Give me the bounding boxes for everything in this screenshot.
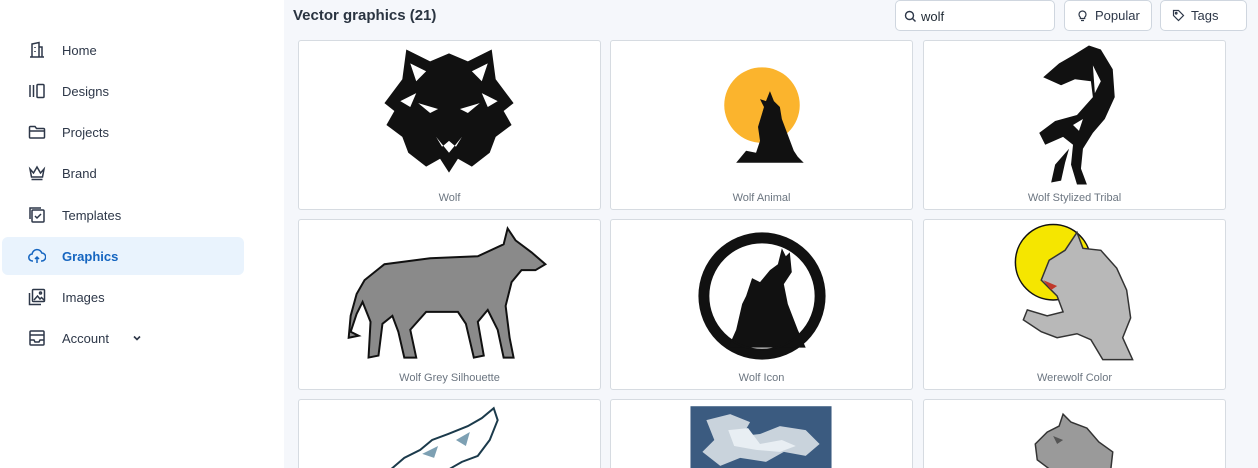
graphic-card-wolf-icon[interactable]: Wolf Icon — [610, 219, 913, 390]
crown-icon — [28, 165, 46, 181]
sidebar-item-label: Images — [62, 289, 105, 305]
sidebar-item-designs[interactable]: Designs — [2, 72, 244, 110]
howling-wolf-icon-graphic — [698, 232, 826, 360]
sidebar-item-brand[interactable]: Brand — [2, 154, 244, 192]
sidebar-item-label: Brand — [62, 165, 97, 181]
sidebar-item-label: Designs — [62, 83, 109, 99]
sidebar-item-projects[interactable]: Projects — [2, 113, 244, 151]
graphic-caption: Wolf Stylized Tribal — [1027, 192, 1122, 204]
sidebar: Home Designs Projects Brand Templates Gr… — [0, 0, 284, 468]
lightbulb-icon — [1078, 10, 1087, 22]
chevron-down-icon[interactable] — [131, 332, 143, 344]
graphic-caption: Wolf — [438, 192, 461, 204]
textured-map-graphic — [690, 406, 832, 468]
graphic-caption: Werewolf Color — [1037, 372, 1112, 384]
search-icon — [904, 10, 916, 22]
graphic-card[interactable] — [298, 399, 601, 468]
tag-icon — [1172, 9, 1185, 22]
sidebar-item-label: Templates — [62, 207, 122, 223]
tribal-wolf-sketch-graphic — [390, 406, 499, 468]
images-icon — [28, 288, 46, 306]
graphic-caption: Wolf Animal — [732, 192, 791, 204]
graphic-card[interactable] — [923, 399, 1226, 468]
sketch-wolf-graphic — [1034, 412, 1114, 468]
popular-label: Popular — [1095, 8, 1140, 23]
templates-icon — [29, 207, 45, 223]
page-title: Vector graphics (21) — [293, 7, 437, 24]
graphic-card-wolf-animal[interactable]: Wolf Animal — [610, 40, 913, 210]
sidebar-item-home[interactable]: Home — [2, 31, 244, 69]
graphic-caption: Wolf Grey Silhouette — [399, 372, 500, 384]
search-input[interactable] — [921, 7, 1049, 25]
sidebar-item-label: Graphics — [62, 248, 119, 264]
cloud-icon — [28, 248, 46, 263]
sidebar-item-label: Projects — [62, 124, 109, 140]
sidebar-item-images[interactable]: Images — [2, 278, 244, 316]
wolf-moon-graphic — [724, 67, 804, 163]
building-icon — [30, 41, 44, 58]
popular-button[interactable]: Popular — [1064, 0, 1152, 31]
sidebar-item-graphics[interactable]: Graphics — [2, 237, 244, 275]
sidebar-item-label: Home — [62, 42, 97, 58]
graphic-card-wolf-stylized-tribal[interactable]: Wolf Stylized Tribal — [923, 40, 1226, 210]
graphic-card[interactable] — [610, 399, 913, 468]
sidebar-item-label: Account — [62, 330, 109, 346]
folder-icon — [28, 125, 46, 139]
tribal-wolf-graphic — [1039, 45, 1115, 185]
grey-wolf-graphic — [347, 226, 548, 359]
graphic-card-wolf-grey-silhouette[interactable]: Wolf Grey Silhouette — [298, 219, 601, 390]
wolf-head-graphic — [384, 49, 514, 173]
search-box[interactable] — [895, 0, 1055, 31]
tags-button[interactable]: Tags — [1160, 0, 1247, 31]
graphic-card-wolf[interactable]: Wolf — [298, 40, 601, 210]
toolbar: Vector graphics (21) Popular Tags — [284, 0, 1258, 38]
scrollbar[interactable] — [1249, 40, 1258, 468]
werewolf-graphic — [1014, 223, 1134, 361]
graphic-caption: Wolf Icon — [738, 372, 785, 384]
sidebar-item-account[interactable]: Account — [2, 319, 244, 357]
inbox-icon — [29, 330, 45, 346]
sidebar-item-templates[interactable]: Templates — [2, 196, 244, 234]
tags-label: Tags — [1191, 8, 1219, 23]
designs-icon — [29, 83, 45, 99]
graphic-card-werewolf-color[interactable]: Werewolf Color — [923, 219, 1226, 390]
